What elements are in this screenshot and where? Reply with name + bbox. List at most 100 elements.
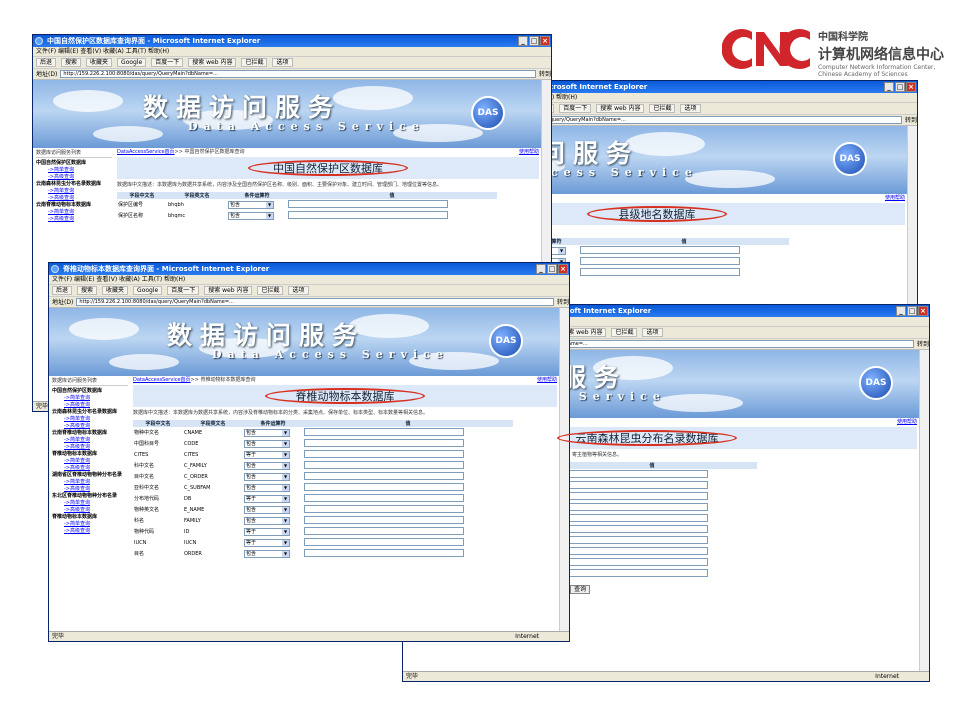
breadcrumb-home-link[interactable]: DataAccessService首页 xyxy=(117,149,175,155)
value-input[interactable] xyxy=(288,210,448,219)
sidebar-link-advanced[interactable]: ->高级查询 xyxy=(52,528,128,535)
sidebar-link-advanced[interactable]: ->高级查询 xyxy=(52,402,128,409)
value-input[interactable] xyxy=(304,471,464,480)
operator-select[interactable]: 包含 xyxy=(244,549,290,558)
menu-bar[interactable]: 文件(F) 编辑(E) 查看(V) 收藏(A) 工具(T) 帮助(H) xyxy=(49,275,569,285)
operator-select[interactable]: 包含 xyxy=(244,483,290,492)
operator-select[interactable]: 包含 xyxy=(228,200,274,209)
maximize-button[interactable]: □ xyxy=(547,264,557,274)
value-input[interactable] xyxy=(548,469,708,478)
toolbar-item[interactable]: Google xyxy=(117,58,147,67)
toolbar-item[interactable]: 搜索 xyxy=(61,58,82,67)
help-link[interactable]: 使用帮助 xyxy=(519,148,539,157)
toolbar-item[interactable]: 搜索 web 内容 xyxy=(188,58,237,67)
sidebar-link-advanced[interactable]: ->高级查询 xyxy=(36,216,112,223)
minimize-button[interactable]: _ xyxy=(518,36,528,46)
address-input[interactable]: http://159.226.2.100:8080/das/query/Quer… xyxy=(76,298,554,306)
value-input[interactable] xyxy=(304,482,464,491)
toolbar-item[interactable]: 搜索 web 内容 xyxy=(204,286,253,295)
toolbar-item[interactable]: 百度一下 xyxy=(559,104,592,113)
toolbar-item[interactable]: 已拦截 xyxy=(611,328,638,337)
value-input[interactable] xyxy=(548,524,708,533)
operator-select[interactable]: 包含 xyxy=(244,472,290,481)
sidebar-link-advanced[interactable]: ->高级查询 xyxy=(52,507,128,514)
toolbar-item[interactable]: 已拦截 xyxy=(649,104,676,113)
value-input[interactable] xyxy=(548,491,708,500)
sidebar-link-simple[interactable]: ->简单查询 xyxy=(52,521,128,528)
address-input[interactable]: http://159.226.2.100:8080/das/query/Quer… xyxy=(60,70,536,78)
value-input[interactable] xyxy=(580,267,740,276)
value-input[interactable] xyxy=(548,502,708,511)
value-input[interactable] xyxy=(304,427,464,436)
value-input[interactable] xyxy=(548,535,708,544)
value-input[interactable] xyxy=(304,504,464,513)
maximize-button[interactable]: □ xyxy=(895,82,905,92)
sidebar-link-simple[interactable]: ->简单查询 xyxy=(52,458,128,465)
toolbar-item[interactable]: 后退 xyxy=(36,58,57,67)
value-input[interactable] xyxy=(304,526,464,535)
value-input[interactable] xyxy=(304,515,464,524)
help-link[interactable]: 使用帮助 xyxy=(897,418,917,427)
value-input[interactable] xyxy=(548,513,708,522)
vertical-scrollbar[interactable] xyxy=(559,308,569,631)
go-button[interactable]: 转到 xyxy=(539,69,551,79)
toolbar-item[interactable]: 已拦截 xyxy=(241,58,268,67)
help-link[interactable]: 使用帮助 xyxy=(537,376,557,385)
value-input[interactable] xyxy=(304,438,464,447)
operator-select[interactable]: 包含 xyxy=(244,461,290,470)
operator-select[interactable]: 等于 xyxy=(244,527,290,536)
value-input[interactable] xyxy=(304,537,464,546)
operator-select[interactable]: 包含 xyxy=(244,439,290,448)
operator-select[interactable]: 包含 xyxy=(244,505,290,514)
sidebar-link-simple[interactable]: ->简单查询 xyxy=(52,437,128,444)
sidebar-link-advanced[interactable]: ->高级查询 xyxy=(52,423,128,430)
value-input[interactable] xyxy=(580,256,740,265)
sidebar-link-advanced[interactable]: ->高级查询 xyxy=(36,195,112,202)
sidebar-link-simple[interactable]: ->简单查询 xyxy=(36,188,112,195)
value-input[interactable] xyxy=(548,480,708,489)
toolbar-item[interactable]: 搜索 xyxy=(77,286,98,295)
toolbar-item[interactable]: 后退 xyxy=(52,286,73,295)
close-button[interactable]: × xyxy=(558,264,568,274)
toolbar-item[interactable]: 搜索 web 内容 xyxy=(596,104,645,113)
query-button[interactable]: 查询 xyxy=(570,585,591,594)
operator-select[interactable]: 等于 xyxy=(244,538,290,547)
toolbar-item[interactable]: 选项 xyxy=(272,58,293,67)
sidebar-link-simple[interactable]: ->简单查询 xyxy=(36,209,112,216)
close-button[interactable]: × xyxy=(918,306,928,316)
operator-select[interactable]: 包含 xyxy=(228,211,274,220)
go-button[interactable]: 转到 xyxy=(917,339,929,349)
value-input[interactable] xyxy=(580,245,740,254)
toolbar-item[interactable]: 选项 xyxy=(288,286,309,295)
toolbar-item[interactable]: 选项 xyxy=(642,328,663,337)
sidebar-link-simple[interactable]: ->简单查询 xyxy=(36,167,112,174)
toolbar-item[interactable]: 已拦截 xyxy=(257,286,284,295)
value-input[interactable] xyxy=(548,568,708,577)
sidebar-link-simple[interactable]: ->简单查询 xyxy=(52,416,128,423)
help-link[interactable]: 使用帮助 xyxy=(885,194,905,203)
menu-bar[interactable]: 文件(F) 编辑(E) 查看(V) 收藏(A) 工具(T) 帮助(H) xyxy=(33,47,551,57)
toolbar-item[interactable]: 收藏夹 xyxy=(86,58,113,67)
value-input[interactable] xyxy=(304,548,464,557)
operator-select[interactable]: 包含 xyxy=(244,516,290,525)
toolbar-item[interactable]: 百度一下 xyxy=(151,58,184,67)
breadcrumb-home-link[interactable]: DataAccessService首页 xyxy=(133,377,191,383)
operator-select[interactable]: 等于 xyxy=(244,450,290,459)
value-input[interactable] xyxy=(304,460,464,469)
minimize-button[interactable]: _ xyxy=(536,264,546,274)
operator-select[interactable]: 等于 xyxy=(244,494,290,503)
go-button[interactable]: 转到 xyxy=(905,115,917,125)
value-input[interactable] xyxy=(304,493,464,502)
toolbar-item[interactable]: 百度一下 xyxy=(167,286,200,295)
sidebar-link-simple[interactable]: ->简单查询 xyxy=(52,500,128,507)
sidebar-link-simple[interactable]: ->简单查询 xyxy=(52,479,128,486)
minimize-button[interactable]: _ xyxy=(884,82,894,92)
value-input[interactable] xyxy=(288,199,448,208)
sidebar-link-advanced[interactable]: ->高级查询 xyxy=(52,465,128,472)
toolbar-item[interactable]: Google xyxy=(133,286,163,295)
value-input[interactable] xyxy=(304,449,464,458)
toolbar-item[interactable]: 选项 xyxy=(680,104,701,113)
toolbar-item[interactable]: 收藏夹 xyxy=(102,286,129,295)
close-button[interactable]: × xyxy=(540,36,550,46)
vertical-scrollbar[interactable] xyxy=(907,126,917,319)
